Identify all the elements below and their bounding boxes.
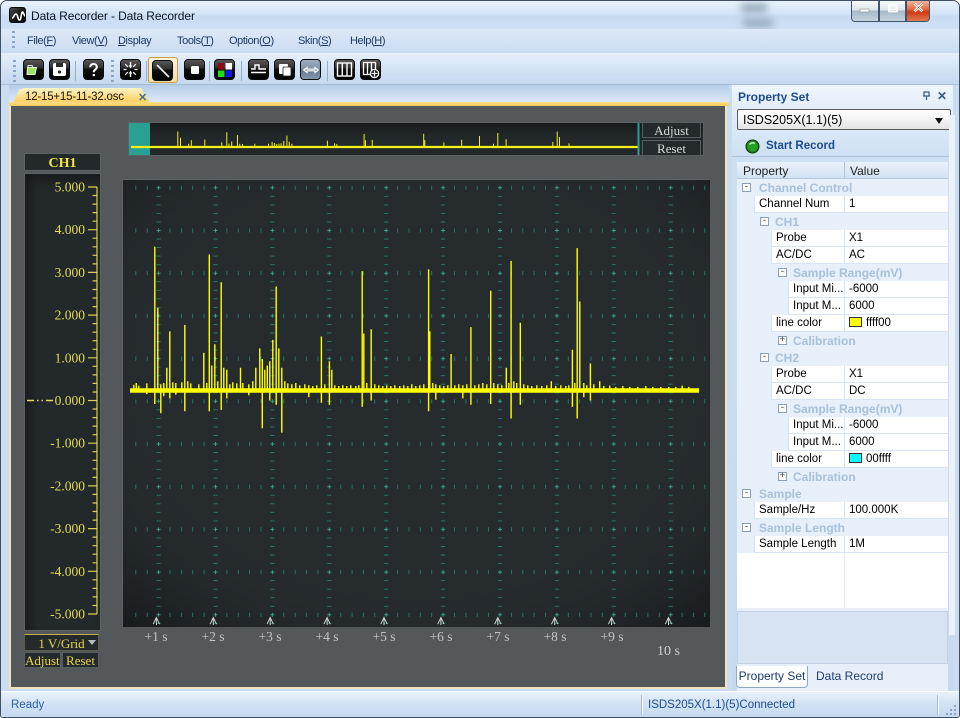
svg-text:0.000: 0.000 [55, 393, 86, 408]
svg-text:-4.000: -4.000 [50, 564, 85, 579]
svg-text:-3.000: -3.000 [50, 521, 85, 536]
svg-text:5.000: 5.000 [55, 180, 86, 195]
svg-text:-5.000: -5.000 [50, 607, 85, 622]
svg-text:-1.000: -1.000 [50, 436, 85, 451]
svg-text:-2.000: -2.000 [50, 478, 85, 493]
svg-text:4.000: 4.000 [55, 222, 86, 237]
svg-text:1.000: 1.000 [55, 350, 86, 365]
svg-text:2.000: 2.000 [55, 308, 86, 323]
svg-text:3.000: 3.000 [55, 265, 86, 280]
